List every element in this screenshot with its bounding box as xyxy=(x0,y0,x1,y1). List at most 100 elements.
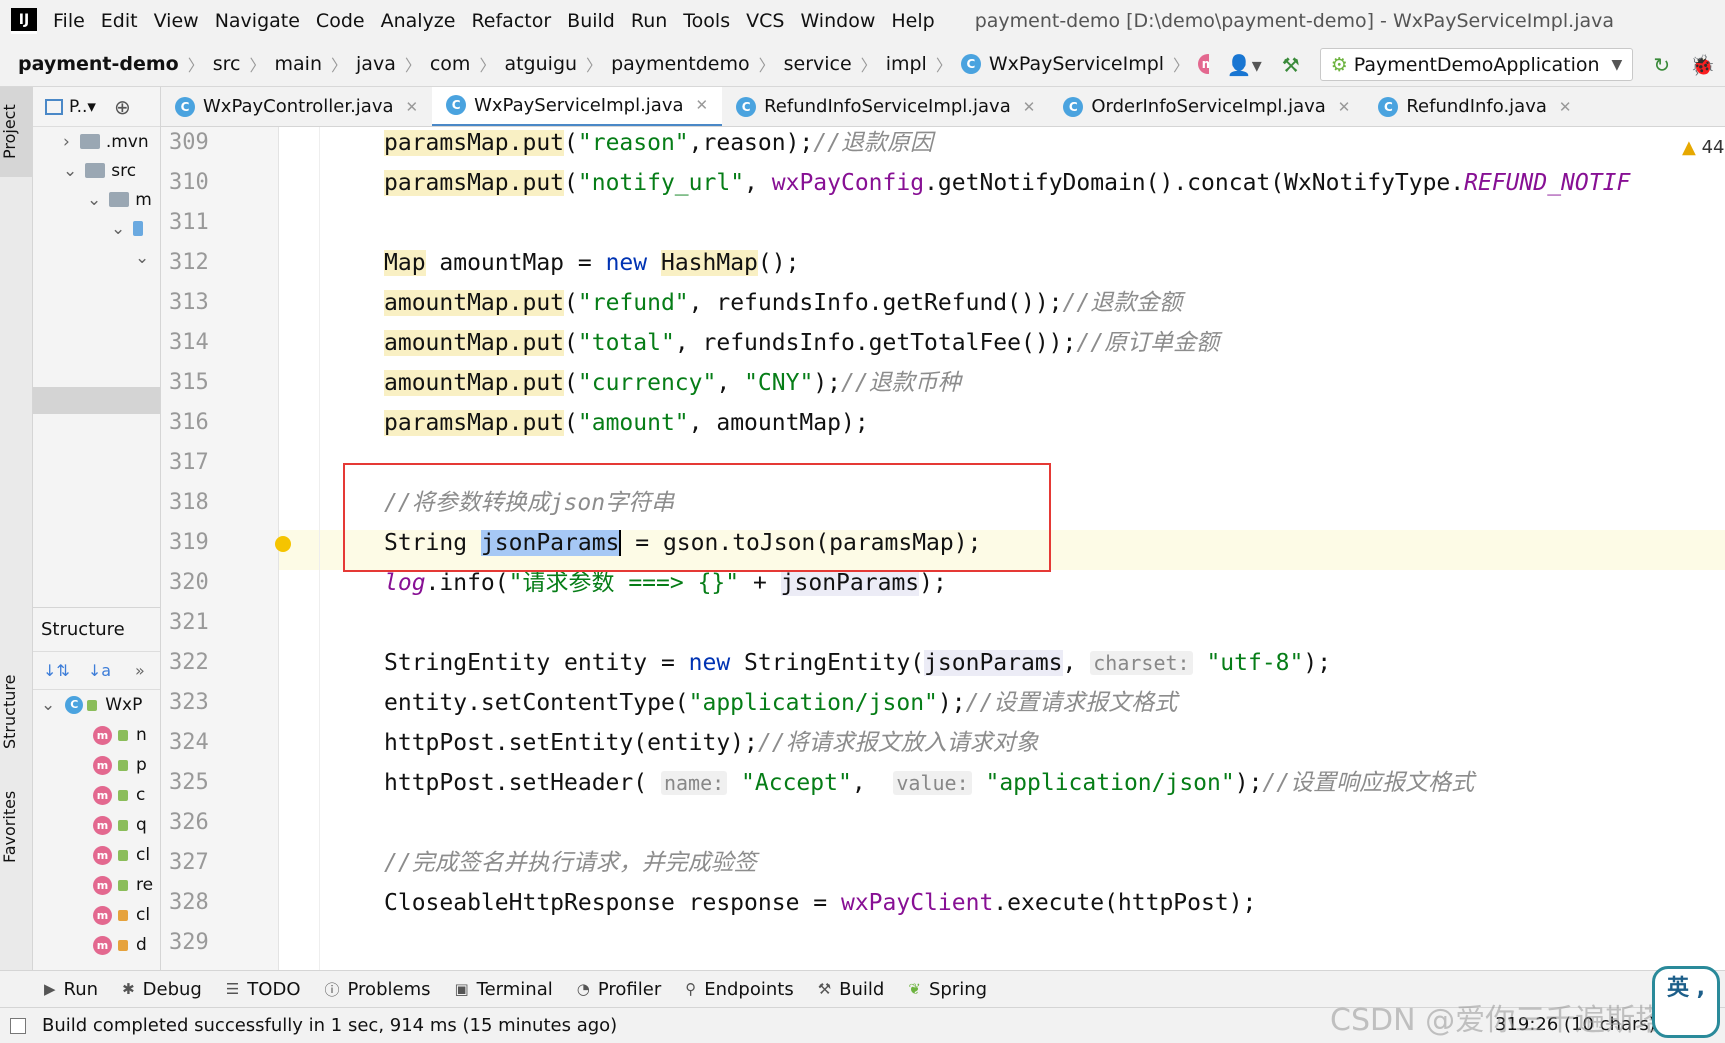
breadcrumb-paymentdemo[interactable]: paymentdemo xyxy=(611,53,750,75)
breadcrumb-project[interactable]: payment-demo xyxy=(18,53,179,75)
breadcrumb-java[interactable]: java xyxy=(356,53,396,75)
sort-alphabetically-icon[interactable]: ↓a xyxy=(88,661,111,680)
menu-edit[interactable]: Edit xyxy=(101,10,138,32)
tab-wxpayserviceimpl[interactable]: C WxPayServiceImpl.java ✕ xyxy=(432,87,723,126)
structure-member[interactable]: m cl xyxy=(33,900,160,930)
menu-code[interactable]: Code xyxy=(316,10,365,32)
breadcrumb-src[interactable]: src xyxy=(213,53,241,75)
tool-profiler[interactable]: ◔ Profiler xyxy=(577,979,661,1000)
menu-help[interactable]: Help xyxy=(891,10,934,32)
menu-analyze[interactable]: Analyze xyxy=(381,10,456,32)
left-tool-strip: Project Structure Favorites xyxy=(0,87,33,970)
endpoints-icon: ⚲ xyxy=(685,980,697,998)
tool-endpoints[interactable]: ⚲ Endpoints xyxy=(685,979,794,1000)
menu-refactor[interactable]: Refactor xyxy=(471,10,551,32)
tab-refundinfoserviceimpl[interactable]: C RefundInfoServiceImpl.java ✕ xyxy=(722,87,1049,126)
structure-root-class[interactable]: ⌄ C WxP xyxy=(33,690,160,720)
tab-refundinfo[interactable]: C RefundInfo.java ✕ xyxy=(1364,87,1585,126)
structure-member[interactable]: mp xyxy=(33,750,160,780)
lightbulb-icon[interactable] xyxy=(275,536,291,552)
tree-item-package[interactable]: ⌄ xyxy=(33,243,160,272)
tree-item-java[interactable]: ⌄ xyxy=(33,214,160,243)
project-tool-tab[interactable]: Project xyxy=(0,87,33,177)
structure-member[interactable]: md xyxy=(33,930,160,960)
public-icon xyxy=(87,699,98,711)
user-icon[interactable]: 👤▾ xyxy=(1227,53,1262,77)
tree-item-mvn[interactable]: › .mvn xyxy=(33,127,160,156)
ime-indicator[interactable]: 英 , xyxy=(1652,966,1720,1038)
structure-member[interactable]: mq xyxy=(33,810,160,840)
spring-boot-icon: ⚙ xyxy=(1330,53,1348,76)
folder-icon xyxy=(109,192,130,207)
structure-toolbar: ↓⇅ ↓a » xyxy=(33,652,160,690)
tool-build[interactable]: ⚒ Build xyxy=(818,979,885,1000)
breadcrumb-class-label: WxPayServiceImpl xyxy=(988,53,1165,75)
breadcrumb-class[interactable]: C WxPayServiceImpl xyxy=(960,53,1165,75)
tool-label: Spring xyxy=(928,978,988,1000)
breadcrumb-impl[interactable]: impl xyxy=(886,53,927,75)
sort-by-visibility-icon[interactable]: ↓⇅ xyxy=(43,661,70,680)
close-icon[interactable]: ✕ xyxy=(406,98,419,116)
menu-view[interactable]: View xyxy=(154,10,199,32)
tree-item-main[interactable]: ⌄ m xyxy=(33,185,160,214)
editor-tabs: C WxPayController.java ✕ C WxPayServiceImpl… xyxy=(161,87,1725,127)
structure-member[interactable]: mc xyxy=(33,780,160,810)
public-icon xyxy=(118,789,128,801)
tool-problems[interactable]: ⓘ Problems xyxy=(325,979,431,1000)
locate-icon[interactable]: ⊕ xyxy=(114,95,131,119)
code-line-309: paramsMap.put("reason",reason);//退款原因 xyxy=(384,130,933,156)
menu-window[interactable]: Window xyxy=(800,10,875,32)
line-number: 312 xyxy=(169,250,209,275)
menu-vcs[interactable]: VCS xyxy=(746,10,784,32)
tool-run[interactable]: ▶ Run xyxy=(44,979,98,1000)
breadcrumb-service[interactable]: service xyxy=(784,53,852,75)
code-line-313: amountMap.put("refund", refundsInfo.getR… xyxy=(384,290,1183,316)
structure-member[interactable]: m cl xyxy=(33,840,160,870)
structure-panel-title: Structure xyxy=(33,608,160,652)
structure-tool-tab[interactable]: Structure xyxy=(0,657,33,767)
project-view-select[interactable]: P..▾ xyxy=(69,97,96,117)
chevron-right-icon: 〉 xyxy=(187,56,204,75)
tree-item-src[interactable]: ⌄ src xyxy=(33,156,160,185)
more-icon[interactable]: » xyxy=(135,661,145,680)
close-icon[interactable]: ✕ xyxy=(1338,98,1351,116)
warnings-indicator[interactable]: ▲ 44 xyxy=(1682,137,1724,158)
debug-icon[interactable]: 🐞 xyxy=(1690,53,1715,77)
parameter-hint: charset: xyxy=(1090,651,1193,675)
toggle-tool-windows-icon[interactable] xyxy=(10,1017,26,1034)
structure-member[interactable]: m re xyxy=(33,870,160,900)
chevron-down-icon: ⌄ xyxy=(111,218,126,239)
breadcrumb-atguigu[interactable]: atguigu xyxy=(504,53,577,75)
chevron-right-icon: 〉 xyxy=(935,56,952,75)
breadcrumb-main[interactable]: main xyxy=(275,53,322,75)
class-icon: C xyxy=(1378,96,1399,117)
tab-wxpaycontroller[interactable]: C WxPayController.java ✕ xyxy=(161,87,432,126)
menu-navigate[interactable]: Navigate xyxy=(215,10,300,32)
class-icon: C xyxy=(960,54,981,74)
tab-orderinfoserviceimpl[interactable]: C OrderInfoServiceImpl.java ✕ xyxy=(1049,87,1364,126)
chevron-down-icon: ⌄ xyxy=(41,695,56,715)
tool-todo[interactable]: ☰ TODO xyxy=(226,979,301,1000)
rerun-icon[interactable]: ↻ xyxy=(1653,53,1670,77)
structure-member-label: d xyxy=(136,935,147,955)
menu-build[interactable]: Build xyxy=(567,10,615,32)
menu-run[interactable]: Run xyxy=(631,10,667,32)
close-icon[interactable]: ✕ xyxy=(1559,98,1572,116)
chevron-down-icon: ⌄ xyxy=(87,189,102,210)
tool-label: Terminal xyxy=(476,978,553,1000)
structure-member[interactable]: mn xyxy=(33,720,160,750)
tool-debug[interactable]: ✱ Debug xyxy=(122,979,202,1000)
status-message[interactable]: Build completed successfully in 1 sec, 9… xyxy=(42,1015,617,1036)
close-icon[interactable]: ✕ xyxy=(1023,98,1036,116)
close-icon[interactable]: ✕ xyxy=(696,96,709,114)
line-number-gutter[interactable]: 309 310 311 312 313 314 315 316 317 318 … xyxy=(161,127,279,970)
breadcrumb-com[interactable]: com xyxy=(430,53,471,75)
menu-tools[interactable]: Tools xyxy=(683,10,730,32)
tool-terminal[interactable]: ▣ Terminal xyxy=(454,979,552,1000)
window-title: payment-demo [D:\demo\payment-demo] - Wx… xyxy=(974,10,1614,32)
menu-file[interactable]: File xyxy=(53,10,85,32)
hammer-icon[interactable]: ⚒ xyxy=(1282,53,1300,77)
run-config-select[interactable]: ⚙ PaymentDemoApplication ▼ xyxy=(1319,48,1634,81)
tool-spring[interactable]: ❦ Spring xyxy=(908,979,987,1000)
favorites-tool-tab[interactable]: Favorites xyxy=(0,777,33,877)
